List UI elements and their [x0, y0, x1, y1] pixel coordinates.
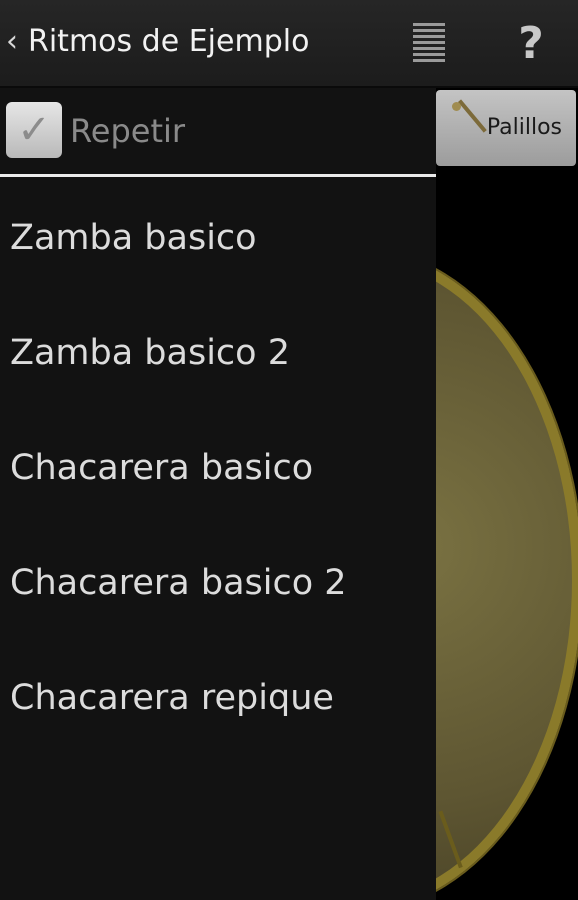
rhythm-label: Chacarera basico 2 [10, 563, 347, 603]
checkmark-icon: ✓ [17, 107, 51, 153]
drum-background [436, 166, 578, 900]
list-item[interactable]: Zamba basico 2 [0, 295, 436, 410]
action-bar: ‹ Ritmos de Ejemplo ? [0, 0, 578, 88]
help-button[interactable]: ? [500, 14, 562, 74]
rhythm-label: Zamba basico 2 [10, 333, 290, 373]
list-menu-button[interactable] [398, 14, 460, 74]
list-item[interactable]: Zamba basico [0, 180, 436, 295]
rhythm-label: Chacarera repique [10, 678, 334, 718]
repeat-toggle-row[interactable]: ✓ Repetir [0, 88, 436, 174]
screen-title[interactable]: Ritmos de Ejemplo [28, 22, 309, 62]
help-icon: ? [518, 18, 544, 69]
repeat-label: Repetir [70, 112, 186, 150]
palillos-button[interactable]: Palillos [436, 90, 576, 166]
list-item[interactable]: Chacarera basico [0, 410, 436, 525]
list-item[interactable]: Chacarera basico 2 [0, 525, 436, 640]
rhythm-list: Zamba basico Zamba basico 2 Chacarera ba… [0, 180, 436, 755]
drumstick-icon [444, 102, 478, 136]
list-item[interactable]: Chacarera repique [0, 640, 436, 755]
palillos-label: Palillos [486, 115, 562, 140]
repeat-checkbox[interactable]: ✓ [6, 102, 62, 158]
rhythm-drawer: ✓ Repetir Zamba basico Zamba basico 2 Ch… [0, 88, 436, 900]
rhythm-label: Zamba basico [10, 218, 257, 258]
list-icon [413, 23, 445, 65]
drum-image[interactable] [436, 250, 578, 900]
divider [0, 174, 436, 177]
back-chevron-icon[interactable]: ‹ [6, 22, 18, 62]
rhythm-label: Chacarera basico [10, 448, 314, 488]
